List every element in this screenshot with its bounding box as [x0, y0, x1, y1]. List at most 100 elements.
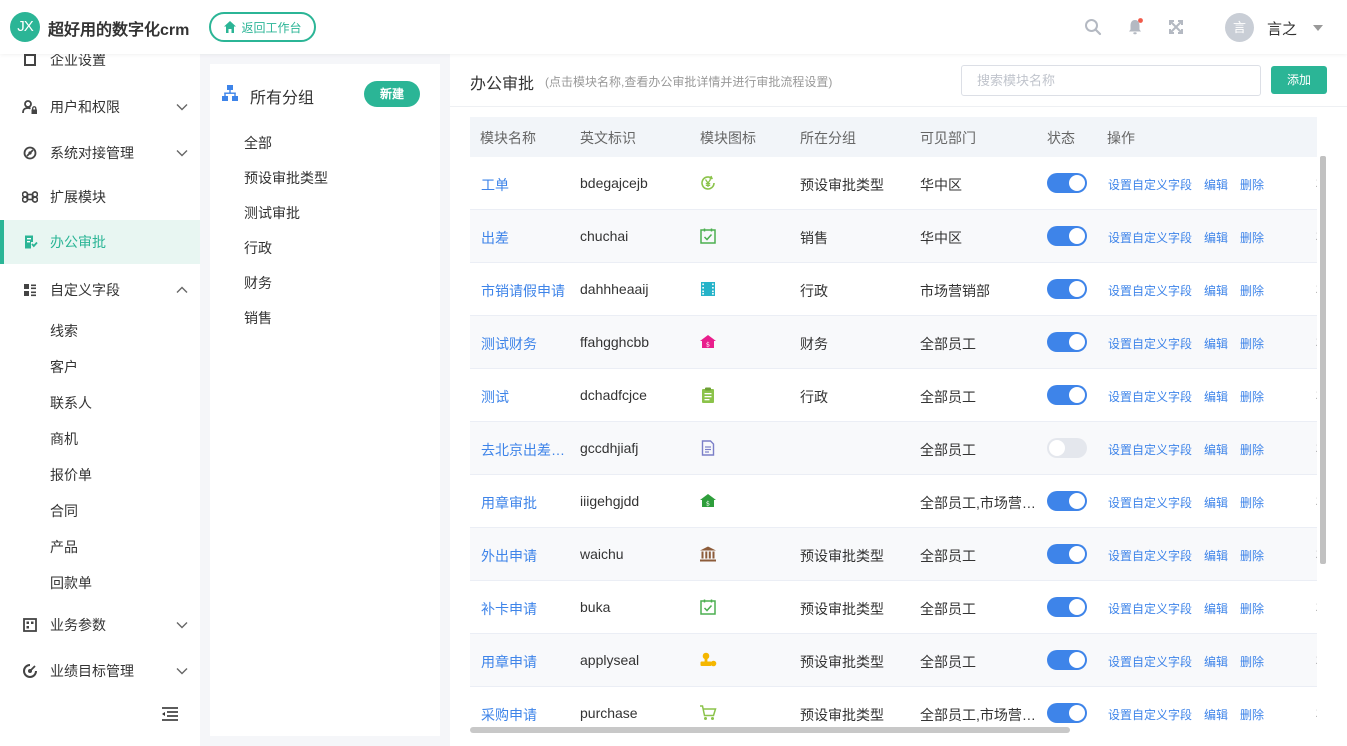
- status-toggle[interactable]: [1047, 332, 1087, 352]
- sidebar-sub-products[interactable]: 产品: [50, 537, 78, 557]
- module-name-link[interactable]: 用章审批: [481, 493, 569, 513]
- status-toggle[interactable]: [1047, 703, 1087, 723]
- sidebar-item-performance-targets[interactable]: 业绩目标管理: [0, 649, 200, 693]
- sidebar-item-users-permissions[interactable]: 用户和权限: [0, 85, 200, 129]
- delete-link[interactable]: 删除: [1240, 547, 1264, 564]
- chevron-down-icon: [176, 150, 188, 157]
- status-toggle[interactable]: [1047, 650, 1087, 670]
- edit-link[interactable]: 编辑: [1204, 176, 1228, 193]
- back-to-workbench-button[interactable]: 返回工作台: [209, 12, 316, 42]
- user-name[interactable]: 言之: [1267, 18, 1297, 39]
- new-group-button[interactable]: 新建: [364, 81, 420, 107]
- sidebar-item-extension-modules[interactable]: 扩展模块: [0, 175, 200, 219]
- edit-link[interactable]: 编辑: [1204, 441, 1228, 458]
- delete-link[interactable]: 删除: [1240, 388, 1264, 405]
- sidebar-sub-contacts[interactable]: 联系人: [50, 393, 92, 413]
- collapse-sidebar-icon[interactable]: [160, 706, 180, 725]
- search-icon[interactable]: [1083, 17, 1103, 37]
- status-toggle[interactable]: [1047, 491, 1087, 511]
- status-toggle[interactable]: [1047, 173, 1087, 193]
- module-name-link[interactable]: 测试: [481, 387, 569, 407]
- delete-link[interactable]: 删除: [1240, 494, 1264, 511]
- module-name-link[interactable]: 用章申请: [481, 652, 569, 672]
- edit-link[interactable]: 编辑: [1204, 335, 1228, 352]
- user-lock-icon: [22, 99, 38, 115]
- set-custom-fields-link[interactable]: 设置自定义字段: [1108, 176, 1192, 193]
- sidebar-item-enterprise-settings[interactable]: 企业设置: [0, 54, 200, 82]
- sidebar-sub-payments[interactable]: 回款单: [50, 573, 92, 593]
- horizontal-scrollbar[interactable]: [470, 727, 1070, 733]
- delete-link[interactable]: 删除: [1240, 229, 1264, 246]
- group-item-finance[interactable]: 财务: [244, 273, 272, 293]
- module-name-link[interactable]: 市销请假申请: [481, 281, 569, 301]
- delete-link[interactable]: 删除: [1240, 335, 1264, 352]
- user-avatar[interactable]: 言: [1225, 13, 1254, 42]
- delete-link[interactable]: 删除: [1240, 176, 1264, 193]
- group-item-admin[interactable]: 行政: [244, 238, 272, 258]
- set-custom-fields-link[interactable]: 设置自定义字段: [1108, 547, 1192, 564]
- status-toggle[interactable]: [1047, 385, 1087, 405]
- delete-link[interactable]: 删除: [1240, 600, 1264, 617]
- group-item-all[interactable]: 全部: [244, 133, 272, 153]
- edit-link[interactable]: 编辑: [1204, 229, 1228, 246]
- edit-link[interactable]: 编辑: [1204, 653, 1228, 670]
- edit-link[interactable]: 编辑: [1204, 547, 1228, 564]
- module-search-input[interactable]: [961, 65, 1261, 96]
- module-name-link[interactable]: 采购申请: [481, 705, 569, 725]
- top-header: JX 超好用的数字化crm 返回工作台 言 言之: [0, 0, 1347, 54]
- group-item-sales[interactable]: 销售: [244, 308, 272, 328]
- column-header: 可见部门: [920, 130, 976, 146]
- visible-department: 华中区: [920, 230, 962, 246]
- set-custom-fields-link[interactable]: 设置自定义字段: [1108, 282, 1192, 299]
- module-name-link[interactable]: 补卡申请: [481, 599, 569, 619]
- sidebar-item-business-params[interactable]: 业务参数: [0, 603, 200, 647]
- status-toggle[interactable]: [1047, 279, 1087, 299]
- add-module-button[interactable]: 添加: [1271, 66, 1327, 94]
- module-name-link[interactable]: 测试财务: [481, 334, 569, 354]
- set-custom-fields-link[interactable]: 设置自定义字段: [1108, 653, 1192, 670]
- set-custom-fields-link[interactable]: 设置自定义字段: [1108, 494, 1192, 511]
- sidebar-sub-customers[interactable]: 客户: [50, 357, 78, 377]
- group-item-preset[interactable]: 预设审批类型: [244, 168, 328, 188]
- sidebar-sub-leads[interactable]: 线索: [50, 321, 78, 341]
- sidebar-sub-opportunities[interactable]: 商机: [50, 429, 78, 449]
- delete-link[interactable]: 删除: [1240, 653, 1264, 670]
- set-custom-fields-link[interactable]: 设置自定义字段: [1108, 229, 1192, 246]
- user-menu-caret-icon[interactable]: [1313, 25, 1323, 31]
- fullscreen-icon[interactable]: [1166, 17, 1186, 37]
- status-toggle[interactable]: [1047, 226, 1087, 246]
- edit-link[interactable]: 编辑: [1204, 600, 1228, 617]
- delete-link[interactable]: 删除: [1240, 282, 1264, 299]
- set-custom-fields-link[interactable]: 设置自定义字段: [1108, 600, 1192, 617]
- sidebar-item-office-approval[interactable]: 办公审批: [0, 220, 200, 264]
- status-toggle[interactable]: [1047, 438, 1087, 458]
- module-name-link[interactable]: 工单: [481, 175, 569, 195]
- group-item-test[interactable]: 测试审批: [244, 203, 300, 223]
- delete-link[interactable]: 删除: [1240, 706, 1264, 723]
- edit-link[interactable]: 编辑: [1204, 494, 1228, 511]
- edit-link[interactable]: 编辑: [1204, 282, 1228, 299]
- overflow-column-text: 2: [1316, 705, 1317, 720]
- sidebar-sub-quotes[interactable]: 报价单: [50, 465, 92, 485]
- status-toggle[interactable]: [1047, 544, 1087, 564]
- set-custom-fields-link[interactable]: 设置自定义字段: [1108, 335, 1192, 352]
- delete-link[interactable]: 删除: [1240, 441, 1264, 458]
- sidebar-item-system-integration[interactable]: 系统对接管理: [0, 131, 200, 175]
- module-name-link[interactable]: 去北京出差申请: [481, 440, 569, 460]
- module-key: iiigehgjdd: [580, 493, 640, 509]
- set-custom-fields-link[interactable]: 设置自定义字段: [1108, 388, 1192, 405]
- module-group: 预设审批类型: [800, 654, 884, 670]
- set-custom-fields-link[interactable]: 设置自定义字段: [1108, 706, 1192, 723]
- module-name-link[interactable]: 出差: [481, 228, 569, 248]
- sidebar-sub-contracts[interactable]: 合同: [50, 501, 78, 521]
- module-name-link[interactable]: 外出申请: [481, 546, 569, 566]
- edit-link[interactable]: 编辑: [1204, 388, 1228, 405]
- bell-icon[interactable]: [1125, 17, 1145, 37]
- vertical-scrollbar[interactable]: [1320, 156, 1326, 564]
- sidebar-item-custom-fields[interactable]: 自定义字段: [0, 268, 200, 312]
- status-toggle[interactable]: [1047, 597, 1087, 617]
- app-logo[interactable]: JX: [10, 12, 40, 42]
- edit-link[interactable]: 编辑: [1204, 706, 1228, 723]
- set-custom-fields-link[interactable]: 设置自定义字段: [1108, 441, 1192, 458]
- bank-icon: [699, 545, 717, 563]
